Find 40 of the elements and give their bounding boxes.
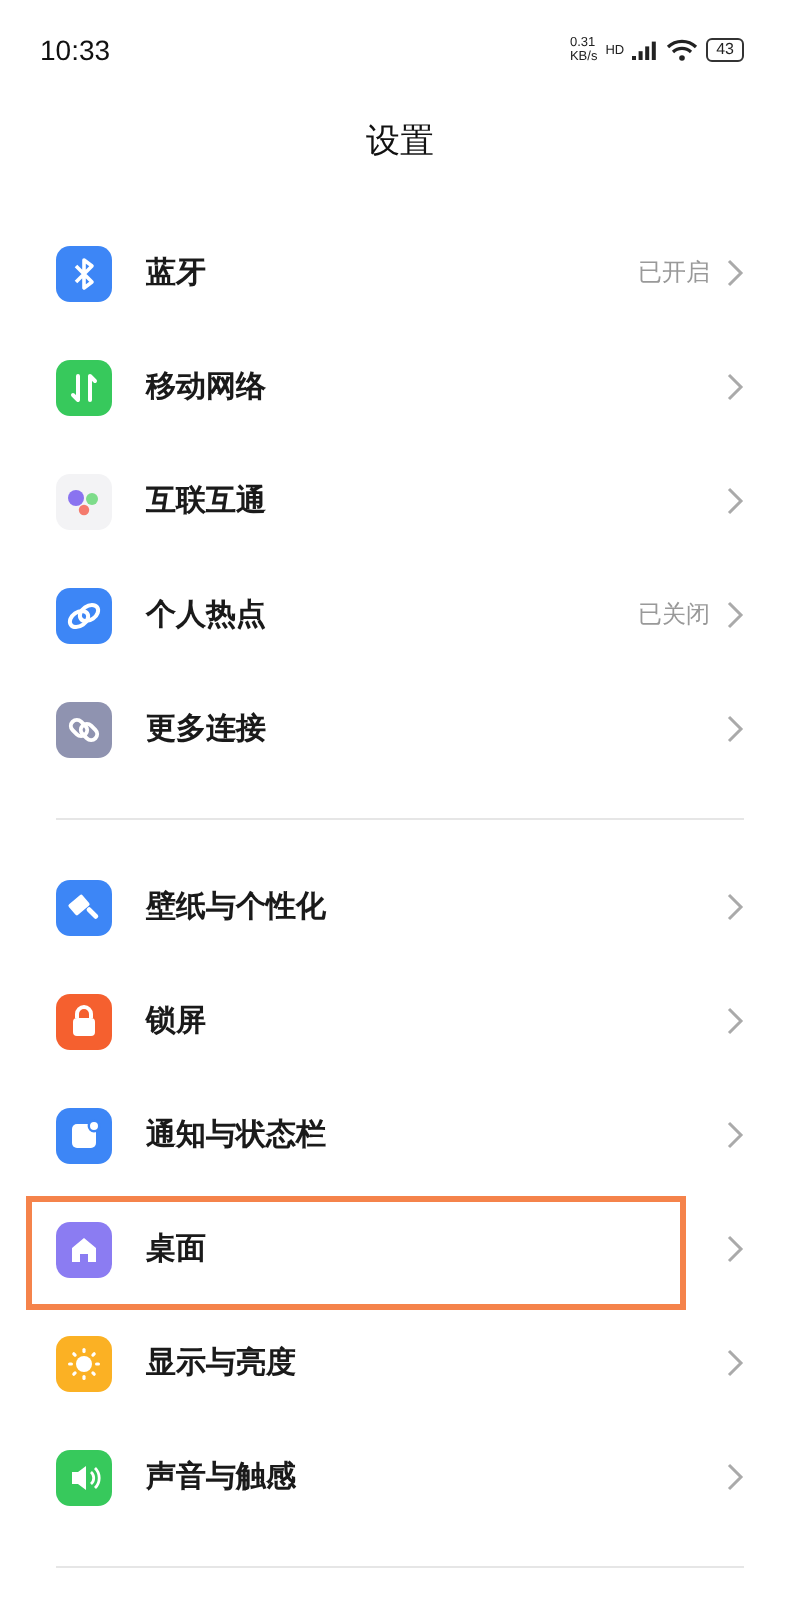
chevron-icon — [726, 372, 744, 402]
settings-item[interactable]: 蓝牙 已开启 — [0, 216, 800, 330]
page-title: 设置 — [366, 119, 434, 163]
lock-icon — [56, 993, 112, 1049]
notification-icon — [56, 1107, 112, 1163]
settings-item[interactable]: 通知与状态栏 — [0, 1078, 800, 1192]
chevron-icon — [726, 714, 744, 744]
status-value: 已开启 — [638, 256, 710, 290]
settings-item[interactable]: 桌面 — [0, 1192, 800, 1306]
chevron-icon — [726, 600, 744, 630]
settings-item[interactable]: 移动网络 — [0, 330, 800, 444]
settings-item[interactable]: 显示与亮度 — [0, 1306, 800, 1420]
chevron-icon — [726, 892, 744, 922]
speaker-icon — [56, 1449, 112, 1505]
chevron-icon — [726, 486, 744, 516]
signal-icon — [632, 40, 659, 60]
settings-item[interactable]: 互联互通 — [0, 444, 800, 558]
status-time: 10:33 — [40, 34, 111, 66]
link-icon — [56, 701, 112, 757]
settings-item[interactable]: 壁纸与个性化 — [0, 850, 800, 964]
chevron-icon — [726, 1120, 744, 1150]
wifi-icon — [666, 38, 699, 62]
sun-icon — [56, 1335, 112, 1391]
battery-level: 43 — [706, 38, 744, 62]
settings-item[interactable]: 个人热点 已关闭 — [0, 558, 800, 672]
dots-icon — [56, 473, 112, 529]
chevron-icon — [726, 1462, 744, 1492]
bluetooth-icon — [56, 245, 112, 301]
chevron-icon — [726, 1006, 744, 1036]
data-arrows-icon — [56, 359, 112, 415]
settings-item[interactable]: 声音与触感 — [0, 1420, 800, 1534]
chevron-icon — [726, 1348, 744, 1378]
home-icon — [56, 1221, 112, 1277]
chevron-icon — [726, 258, 744, 288]
status-value: 已关闭 — [638, 598, 710, 632]
settings-item[interactable]: 锁屏 — [0, 964, 800, 1078]
settings-item[interactable]: 更多连接 — [0, 672, 800, 786]
chain-link-icon — [56, 587, 112, 643]
brush-icon — [56, 879, 112, 935]
chevron-icon — [726, 1234, 744, 1264]
